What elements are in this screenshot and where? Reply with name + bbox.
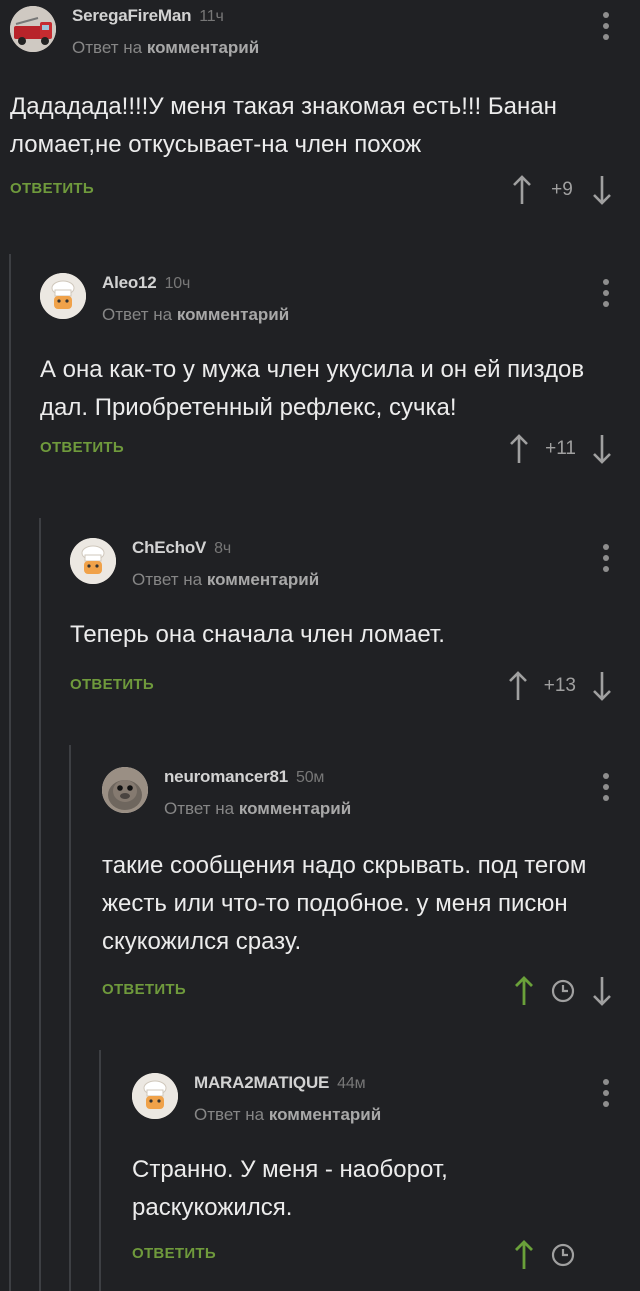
downvote-arrow-icon[interactable] — [592, 433, 612, 465]
comment-header: Aleo12 10ч Ответ на комментарий — [40, 273, 640, 333]
comment-username[interactable]: neuromancer81 50м — [164, 767, 324, 787]
reply-button[interactable]: ОТВЕТИТЬ — [40, 439, 124, 456]
comment: Aleo12 10ч Ответ на комментарий А она как… — [40, 273, 640, 471]
comment: ChEchoV 8ч Ответ на комментарий Теперь он… — [70, 538, 640, 708]
more-options-icon[interactable] — [602, 12, 610, 40]
comment-actions: ОТВЕТИТЬ +9 — [10, 172, 640, 212]
vote-score: +11 — [545, 438, 576, 459]
comment-header: neuromancer81 50м Ответ на комментарий — [102, 767, 640, 827]
comment-username[interactable]: ChEchoV 8ч — [132, 538, 231, 558]
comment-header: SeregaFireMan 11ч Ответ на комментарий — [10, 6, 640, 66]
downvote-arrow-icon[interactable] — [592, 670, 612, 702]
reply-button[interactable]: ОТВЕТИТЬ — [132, 1245, 216, 1262]
thread-line-level-4 — [99, 1050, 101, 1291]
reply-to-line[interactable]: Ответ на комментарий — [102, 305, 289, 325]
reply-button[interactable]: ОТВЕТИТЬ — [102, 981, 186, 998]
comment-username[interactable]: MARA2MATIQUE 44м — [194, 1073, 366, 1093]
vote-score: +9 — [551, 179, 573, 200]
upvote-arrow-icon[interactable] — [508, 670, 528, 702]
comment-text: Теперь она сначала член ломает. — [70, 621, 445, 648]
reply-to-line[interactable]: Ответ на комментарий — [72, 38, 259, 58]
vote-controls: +13 — [508, 668, 612, 704]
vote-controls — [514, 1237, 576, 1273]
reply-button[interactable]: ОТВЕТИТЬ — [10, 180, 94, 197]
more-options-icon[interactable] — [602, 773, 610, 801]
comment-header: ChEchoV 8ч Ответ на комментарий — [70, 538, 640, 598]
vote-controls — [514, 973, 612, 1009]
comment-text: А она как-то у мужа член укусила и он ей… — [40, 356, 585, 421]
more-options-icon[interactable] — [602, 279, 610, 307]
clock-icon — [551, 1243, 575, 1267]
downvote-arrow-icon[interactable] — [592, 975, 612, 1007]
reply-to-line[interactable]: Ответ на комментарий — [164, 799, 351, 819]
upvote-arrow-icon[interactable] — [509, 433, 529, 465]
seal-photo-avatar[interactable] — [102, 767, 148, 813]
downvote-arrow-icon[interactable] — [592, 174, 612, 206]
vote-controls: +11 — [509, 431, 612, 467]
vote-score: +13 — [543, 675, 576, 696]
comment-username[interactable]: Aleo12 10ч — [102, 273, 190, 293]
upvote-arrow-icon[interactable] — [514, 975, 534, 1007]
comment-username[interactable]: SeregaFireMan 11ч — [72, 6, 224, 26]
more-options-icon[interactable] — [602, 1079, 610, 1107]
comment-header: MARA2MATIQUE 44м Ответ на комментарий — [132, 1073, 640, 1133]
comment-actions: ОТВЕТИТЬ — [132, 1237, 640, 1277]
reply-to-line[interactable]: Ответ на комментарий — [194, 1105, 381, 1125]
comment-time: 44м — [337, 1075, 366, 1092]
comment-time: 50м — [296, 769, 325, 786]
thread-line-level-3 — [69, 745, 71, 1291]
default-chef-avatar[interactable] — [132, 1073, 178, 1119]
comment-text: такие сообщения надо скрывать. под тегом… — [102, 852, 587, 955]
vote-controls: +9 — [512, 172, 612, 208]
upvote-arrow-icon[interactable] — [514, 1239, 534, 1271]
default-chef-avatar[interactable] — [70, 538, 116, 584]
default-chef-avatar[interactable] — [40, 273, 86, 319]
comment-text: Странно. У меня - наоборот, раскукожился… — [132, 1156, 448, 1221]
thread-line-level-1 — [9, 254, 11, 1291]
comment: SeregaFireMan 11ч Ответ на комментарий Да… — [10, 6, 640, 212]
comment-time: 10ч — [164, 275, 191, 292]
thread-line-level-2 — [39, 518, 41, 1291]
upvote-arrow-icon[interactable] — [512, 174, 532, 206]
comment-actions: ОТВЕТИТЬ +11 — [40, 431, 640, 471]
comment: neuromancer81 50м Ответ на комментарий та… — [102, 767, 640, 1013]
comment-actions: ОТВЕТИТЬ +13 — [70, 668, 640, 708]
comment-time: 8ч — [214, 540, 232, 557]
comment-actions: ОТВЕТИТЬ — [102, 973, 640, 1013]
clock-icon — [551, 979, 575, 1003]
reply-to-line[interactable]: Ответ на комментарий — [132, 570, 319, 590]
comment-time: 11ч — [199, 8, 224, 25]
comment: MARA2MATIQUE 44м Ответ на комментарий Стр… — [132, 1073, 640, 1277]
comment-text: Дададада!!!!У меня такая знакомая есть!!… — [10, 93, 557, 158]
fire-truck-avatar[interactable] — [10, 6, 56, 52]
reply-button[interactable]: ОТВЕТИТЬ — [70, 676, 154, 693]
more-options-icon[interactable] — [602, 544, 610, 572]
